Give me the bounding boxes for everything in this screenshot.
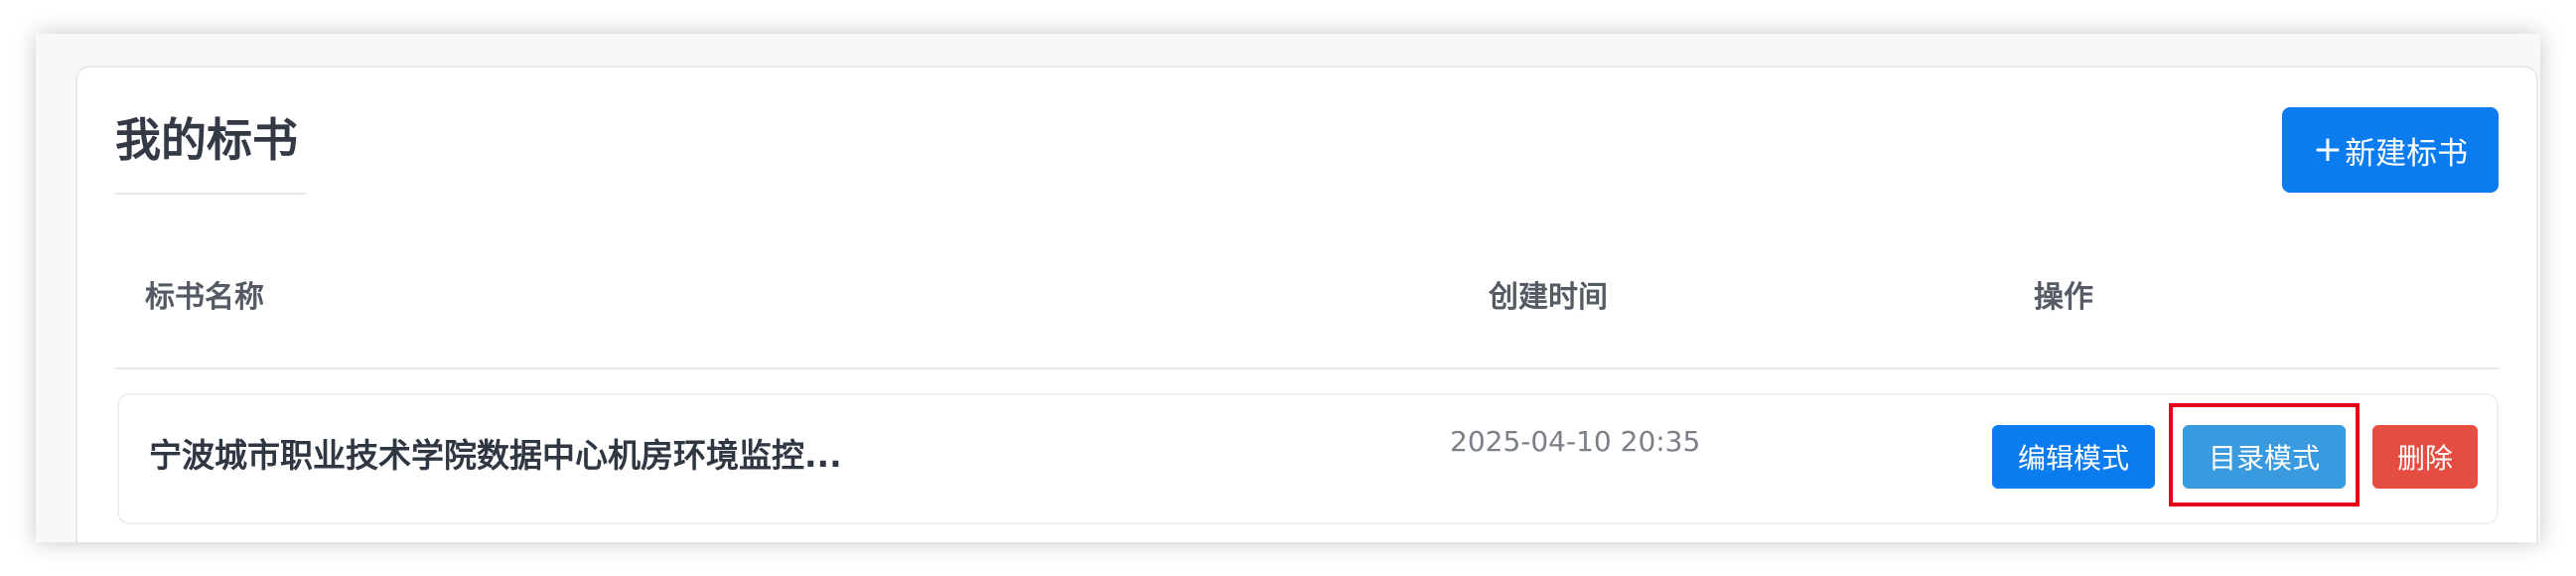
edit-mode-button[interactable]: 编辑模式 [1992, 425, 2155, 489]
column-header-created: 创建时间 [1489, 280, 1608, 315]
new-bid-button-label: 新建标书 [2345, 135, 2469, 172]
table-header: 标书名称 创建时间 操作 [115, 252, 2499, 369]
table-row: 宁波城市职业技术学院数据中心机房环境监控... 2025-04-10 20:35… [117, 393, 2499, 524]
window-frame: 我的标书 + 新建标书 标书名称 创建时间 操作 宁波城市职业技术学院数据中心机… [36, 34, 2540, 542]
column-header-actions: 操作 [2034, 280, 2093, 315]
column-header-name: 标书名称 [145, 280, 264, 315]
bid-name[interactable]: 宁波城市职业技术学院数据中心机房环境监控... [149, 429, 842, 477]
created-time: 2025-04-10 20:35 [1450, 425, 1701, 458]
delete-button[interactable]: 删除 [2372, 425, 2478, 489]
page-title: 我的标书 [115, 113, 298, 167]
page-title-wrapper: 我的标书 [115, 113, 306, 195]
new-bid-button[interactable]: + 新建标书 [2282, 107, 2499, 193]
highlight-box [2169, 403, 2360, 506]
bid-list-card: 我的标书 + 新建标书 标书名称 创建时间 操作 宁波城市职业技术学院数据中心机… [75, 66, 2538, 542]
plus-icon: + [2312, 129, 2344, 170]
